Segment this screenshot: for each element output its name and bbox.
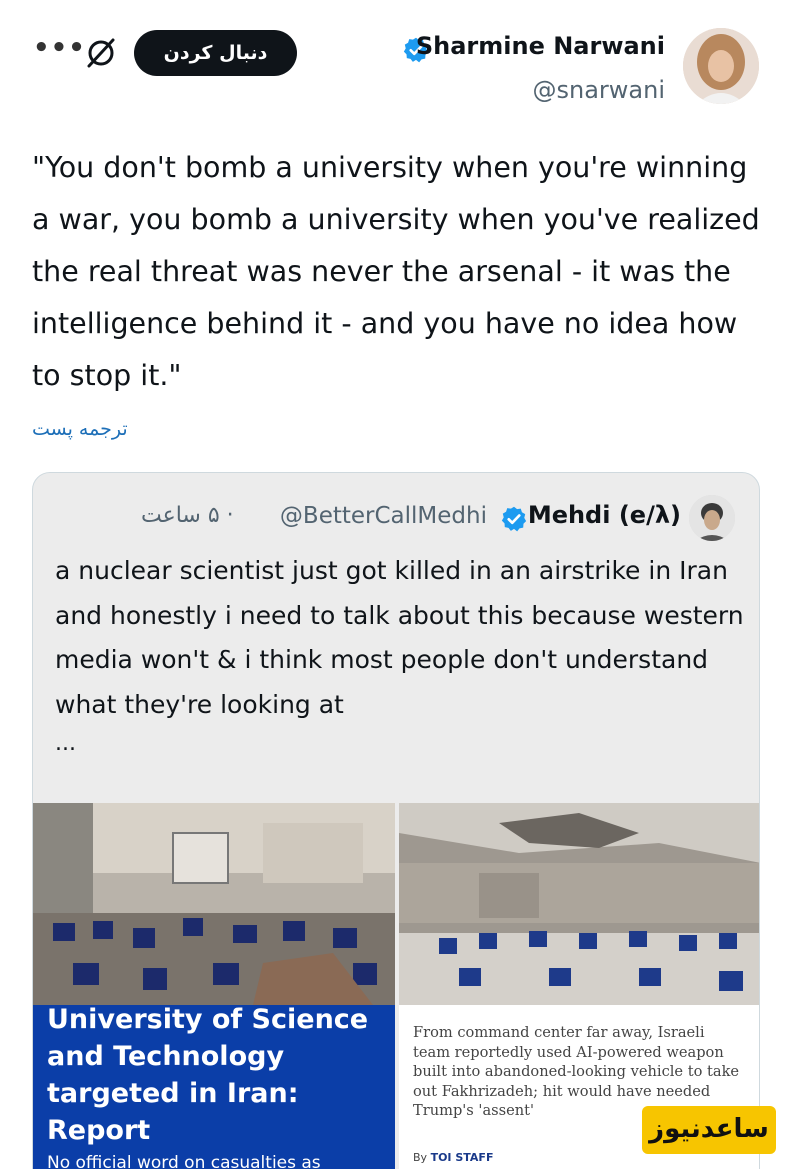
tweet-header: ••• دنبال کردن Sharmine Narwani @snarwan… <box>0 0 791 120</box>
avatar-image <box>683 28 759 104</box>
article-left-subtitle: No official word on casualties as <box>47 1153 321 1169</box>
byline-author: TOI STAFF <box>430 1151 494 1164</box>
quoted-tweet-card[interactable]: Mehdi (e/λ) @BetterCallMedhi · ۵ ساعت a … <box>32 472 760 1169</box>
show-more-ellipsis[interactable]: ... <box>55 731 76 756</box>
quoted-timestamp: · ۵ ساعت <box>141 503 234 528</box>
quoted-avatar-image <box>689 495 735 541</box>
watermark-logo: ساعدنیوز <box>642 1106 776 1154</box>
quoted-author-avatar[interactable] <box>689 495 735 541</box>
article-preview-left[interactable]: University of Science and Technology tar… <box>33 1005 395 1169</box>
more-options-icon[interactable]: ••• <box>33 35 86 61</box>
quoted-tweet-text: a nuclear scientist just got killed in a… <box>55 556 744 719</box>
classroom-damage-photo-right[interactable] <box>399 803 760 1005</box>
quoted-author-name[interactable]: Mehdi (e/λ) <box>528 501 681 529</box>
author-handle[interactable]: @snarwani <box>532 76 665 104</box>
quoted-author-handle[interactable]: @BetterCallMedhi <box>280 503 487 529</box>
notifications-mute-icon[interactable] <box>84 36 118 70</box>
article-left-headline: University of Science and Technology tar… <box>47 1005 369 1146</box>
tweet-body-text: "You don't bomb a university when you're… <box>32 151 760 392</box>
classroom-damage-photo-left[interactable] <box>33 803 395 1005</box>
author-name[interactable]: Sharmine Narwani <box>416 32 665 60</box>
follow-button[interactable]: دنبال کردن <box>134 30 297 76</box>
author-avatar[interactable] <box>683 28 759 104</box>
byline-prefix: By <box>413 1151 428 1164</box>
translate-post-link[interactable]: ترجمه پست <box>32 418 128 440</box>
article-right-byline: By TOI STAFF <box>413 1151 493 1164</box>
quoted-verified-badge-icon <box>501 506 527 532</box>
